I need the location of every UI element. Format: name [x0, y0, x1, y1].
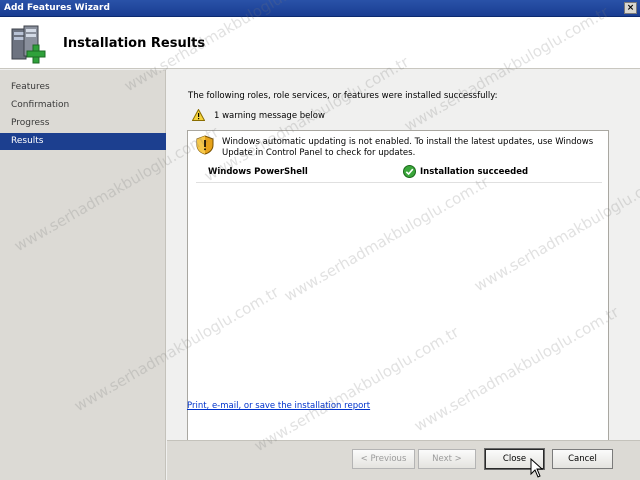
next-button[interactable]: Next > — [418, 449, 476, 469]
warning-shield-icon — [196, 135, 214, 155]
result-warning-message: Windows automatic updating is not enable… — [222, 137, 594, 158]
success-check-icon — [403, 165, 416, 178]
previous-button[interactable]: < Previous — [352, 449, 415, 469]
add-features-icon — [11, 25, 46, 64]
window-close-button[interactable]: × — [624, 2, 637, 14]
sidebar-item-features[interactable]: Features — [0, 79, 166, 96]
main-content: The following roles, role services, or f… — [167, 70, 640, 480]
window-title-bar[interactable]: Add Features Wizard × — [0, 0, 640, 17]
sidebar-item-progress[interactable]: Progress — [0, 115, 166, 132]
sidebar-item-results[interactable]: Results — [0, 133, 166, 150]
row-divider — [196, 182, 602, 183]
intro-text: The following roles, role services, or f… — [188, 91, 498, 101]
wizard-steps-sidebar: Features Confirmation Progress Results — [0, 70, 166, 480]
result-feature-name: Windows PowerShell — [208, 167, 308, 177]
warning-icon — [192, 109, 205, 121]
wizard-header: Installation Results — [0, 17, 640, 69]
sidebar-item-confirmation[interactable]: Confirmation — [0, 97, 166, 114]
cancel-button[interactable]: Cancel — [552, 449, 613, 469]
installation-report-link[interactable]: Print, e-mail, or save the installation … — [187, 401, 370, 411]
page-title: Installation Results — [63, 36, 206, 51]
window-title: Add Features Wizard — [4, 3, 110, 13]
result-status: Installation succeeded — [420, 167, 529, 177]
warning-summary-text: 1 warning message below — [214, 111, 325, 121]
mouse-cursor-icon — [530, 458, 544, 478]
